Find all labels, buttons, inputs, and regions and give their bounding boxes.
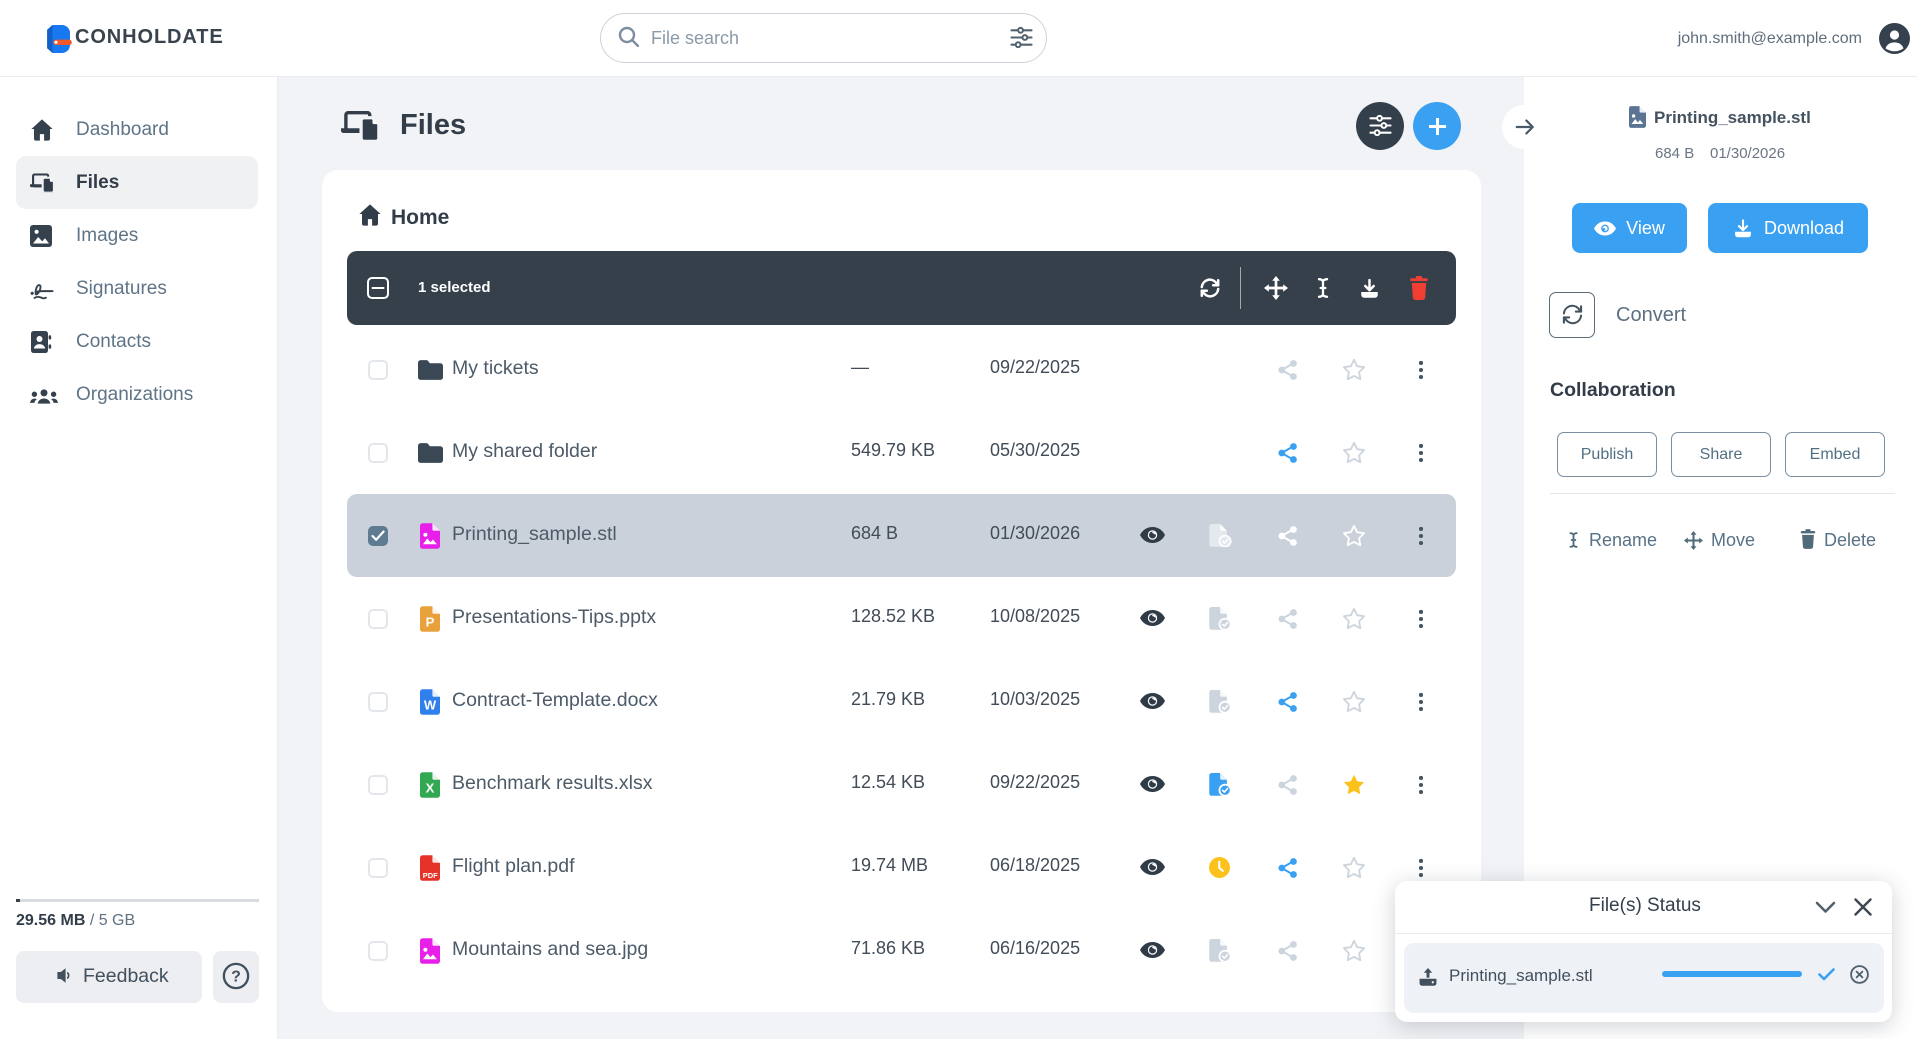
svg-text:W: W [424, 698, 437, 713]
svg-text:P: P [426, 615, 435, 630]
svg-text:?: ? [231, 968, 241, 985]
svg-text:X: X [426, 781, 435, 796]
svg-text:PDF: PDF [423, 871, 438, 880]
